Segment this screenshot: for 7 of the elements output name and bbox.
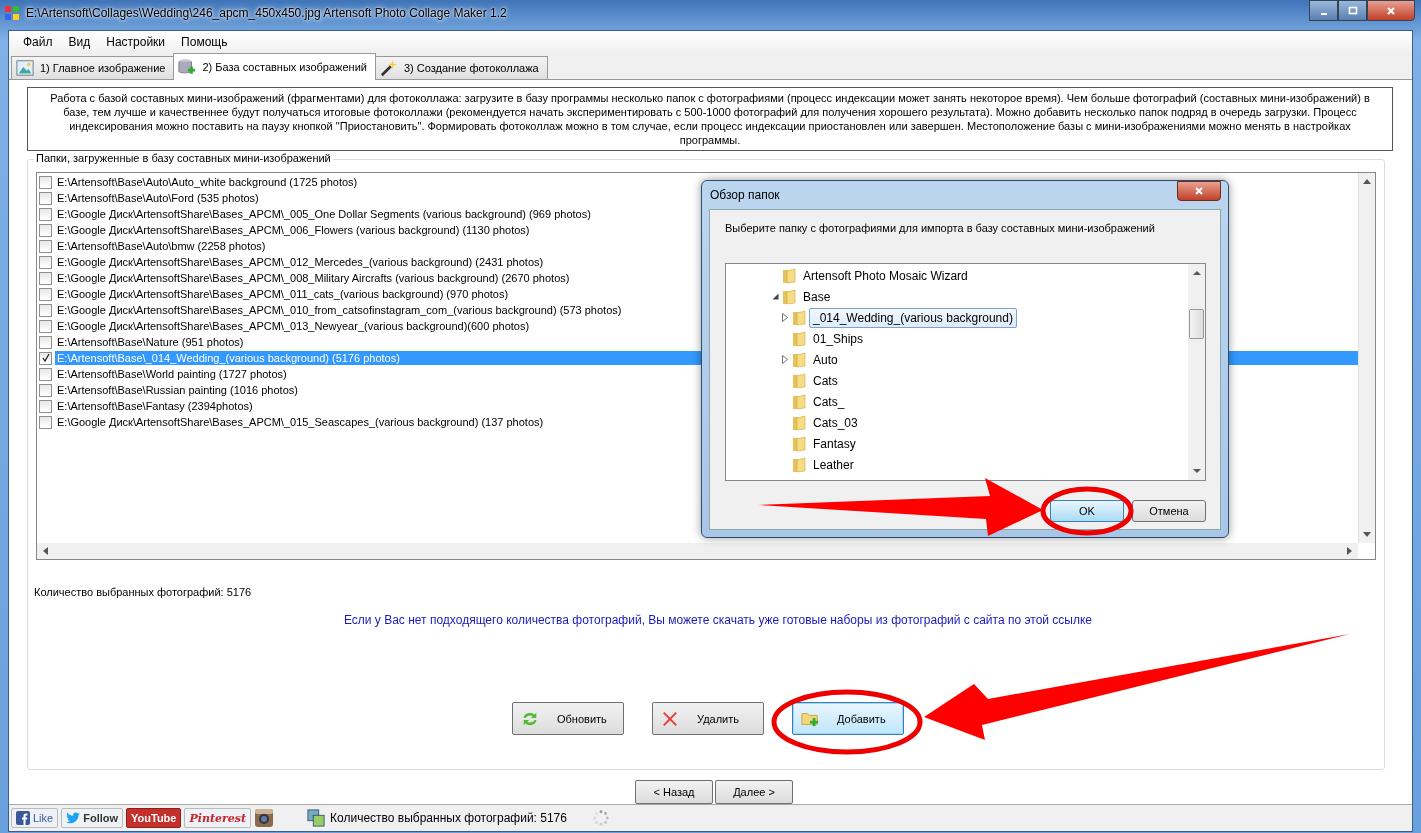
status-text: Количество выбранных фотографий: 5176 bbox=[330, 811, 567, 825]
selected-count: Количество выбранных фотографий: 5176 bbox=[34, 586, 253, 598]
window-title: E:\Artensoft\Collages\Wedding\246_apcm_450x450.jpg Artensoft Photo Collage Maker 1.2 bbox=[26, 6, 507, 20]
dialog-prompt: Выберите папку с фотографиями для импорта в базу составных мини-изображений bbox=[725, 222, 1156, 234]
description-text: Работа с базой составных мини-изображений (фрагментами) для фотоколлажа: загрузите в базу программы несколько папок с фотографиями (процесс индексации может занять некоторое время). Чем больше фотографий (составных мини-изображений) в базе, тем лучше и качественнее будут получаться итоговые фотоколлажи (рекомендуется начать экспериментировать с 500-1000 фотографий для получения хорошего результата). Можно добавить несколько папок подряд в очередь загрузки. Процесс индексирования можно поставить на паузу кнопкой "Приостановить". Формировать фотоколлаж можно в том случае, если процесс индексации приостановлен или завершен. Местоположение базы с мини-изображениями можно менять в настройках программы. bbox=[27, 87, 1393, 151]
dialog-title: Обзор папок bbox=[710, 188, 780, 202]
group-legend: Папки, загруженные в базу составных мини-изображений bbox=[34, 152, 333, 164]
